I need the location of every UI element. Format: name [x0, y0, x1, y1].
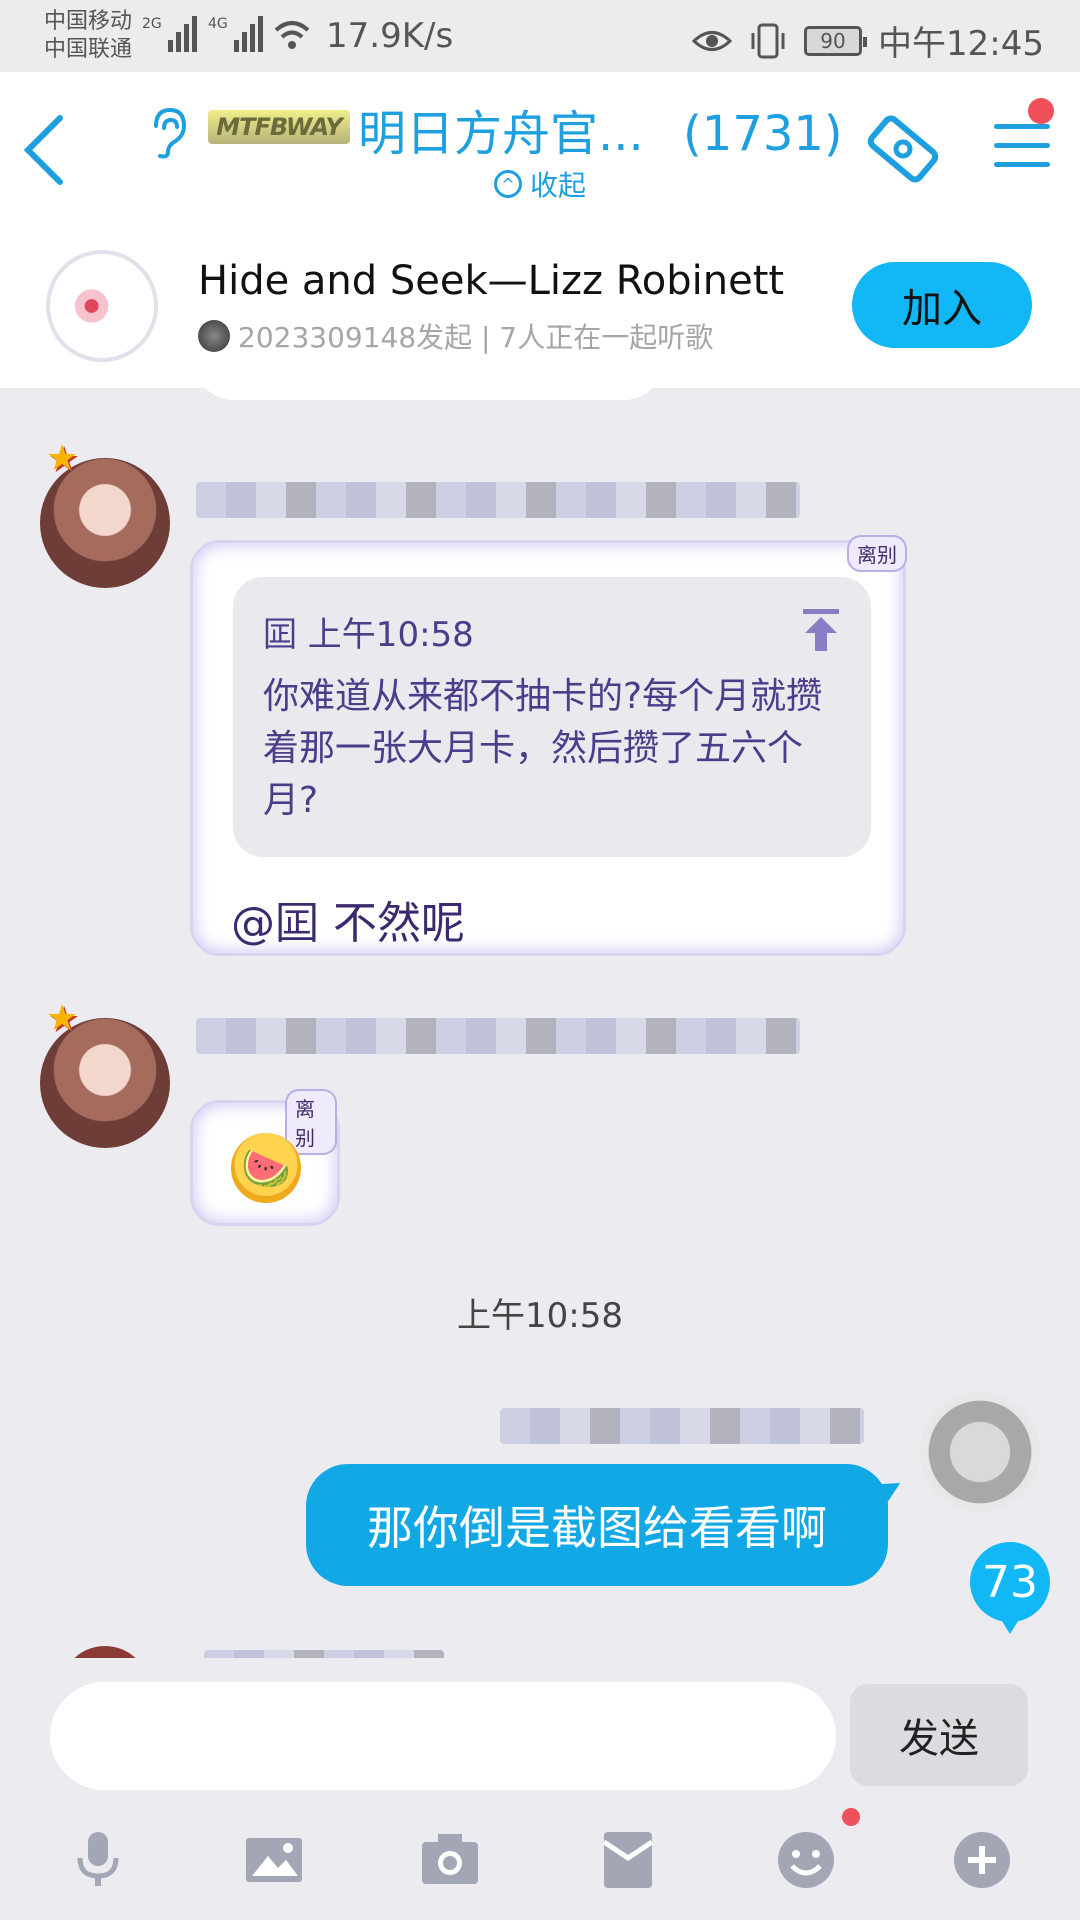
message-timestamp: 上午10:58 — [457, 1296, 623, 1336]
member-title-tag: 离别 — [847, 535, 907, 572]
carrier-labels: 中国移动 中国联通 — [44, 8, 132, 64]
member-count: (1731) — [683, 106, 843, 162]
unread-count-badge[interactable]: 73 — [970, 1542, 1050, 1634]
message-bubble[interactable]: 离别 🍉 — [190, 1089, 340, 1226]
song-title: Hide and Seek—Lizz Robinett — [198, 258, 785, 304]
clock: 中午12:45 — [878, 24, 1044, 64]
net-4g-label: 4G — [208, 16, 228, 32]
collapse-button[interactable]: ^ 收起 — [494, 164, 586, 204]
quote-header: 囸 上午10:58 — [263, 615, 474, 655]
emoji-sticker-icon: 🍉 — [231, 1133, 301, 1203]
microphone-icon[interactable] — [66, 1828, 130, 1892]
chat-header: MTFBWAY 明日方舟官... (1731) ^ 收起 — [0, 72, 1080, 222]
quote-text: 你难道从来都不抽卡的?每个月就攒着那一张大月卡，然后攒了五六个月? — [263, 676, 823, 821]
network-speed: 17.9K/s — [326, 16, 454, 56]
battery-indicator: 90 — [804, 25, 868, 56]
notification-dot — [1028, 98, 1054, 124]
previous-bubble-tail — [194, 388, 664, 400]
send-button[interactable]: 发送 — [850, 1684, 1028, 1786]
net-2g-label: 2G — [142, 16, 162, 32]
sender-name-blurred — [196, 482, 800, 518]
group-level-badge: MTFBWAY — [208, 110, 350, 144]
message-bubble-self[interactable]: 那你倒是截图给看看啊 — [306, 1464, 888, 1586]
group-name: 明日方舟官... — [358, 106, 644, 162]
back-icon[interactable] — [16, 110, 76, 190]
song-subtitle-text: 2023309148发起 | 7人正在一起听歌 — [238, 321, 714, 354]
carrier-1: 中国移动 — [44, 9, 133, 34]
image-icon[interactable] — [242, 1828, 306, 1892]
eye-icon — [692, 30, 733, 51]
red-packet-icon[interactable] — [596, 1828, 660, 1892]
sender-name-blurred — [204, 1650, 444, 1658]
crown-badge-icon: ★ — [46, 998, 79, 1039]
reply-text: @囸 不然呢 — [231, 898, 465, 949]
input-toolbar — [0, 1828, 1080, 1908]
emoji-notification-dot — [842, 1808, 860, 1826]
earpiece-mode-icon[interactable] — [144, 104, 188, 160]
emoji-icon[interactable] — [774, 1828, 838, 1892]
input-bar: 发送 — [0, 1658, 1080, 1920]
sender-name-blurred — [196, 1018, 800, 1054]
signal-2g-icon: 2G — [142, 16, 197, 52]
join-button[interactable]: 加入 — [852, 262, 1032, 348]
menu-icon[interactable] — [994, 124, 1050, 176]
self-avatar[interactable] — [920, 1392, 1040, 1512]
chevron-up-icon: ^ — [494, 170, 522, 198]
message-text: 那你倒是截图给看看啊 — [367, 1501, 827, 1555]
signal-4g-icon: 4G — [208, 16, 263, 52]
vibrate-icon — [751, 23, 785, 58]
camera-icon[interactable] — [418, 1828, 482, 1892]
status-bar: 中国移动 中国联通 2G 4G 17.9K/s 90 中午12:45 — [0, 0, 1080, 72]
carrier-2: 中国联通 — [44, 37, 133, 62]
scroll-to-top-icon[interactable] — [801, 607, 841, 653]
message-list[interactable]: ★ 离别 囸 上午10:58 你难道从来都不抽卡的?每个月就攒着那一张大月卡，然… — [0, 388, 1080, 1658]
plus-icon[interactable] — [950, 1828, 1014, 1892]
ticket-icon[interactable] — [866, 112, 940, 186]
message-bubble[interactable]: 离别 囸 上午10:58 你难道从来都不抽卡的?每个月就攒着那一张大月卡，然后攒… — [190, 535, 907, 956]
album-cover — [46, 250, 158, 362]
crown-badge-icon: ★ — [46, 438, 79, 479]
quoted-message[interactable]: 囸 上午10:58 你难道从来都不抽卡的?每个月就攒着那一张大月卡，然后攒了五六… — [233, 577, 871, 857]
sender-name-blurred — [500, 1408, 864, 1444]
battery-level: 90 — [820, 28, 846, 53]
avatar[interactable] — [60, 1646, 150, 1658]
message-input[interactable] — [50, 1682, 836, 1790]
status-right: 90 中午12:45 — [692, 16, 1044, 65]
initiator-avatar — [198, 320, 230, 352]
song-subtitle: 2023309148发起 | 7人正在一起听歌 — [198, 316, 713, 356]
group-title[interactable]: 明日方舟官... (1731) — [358, 94, 843, 164]
wifi-icon — [274, 21, 310, 49]
collapse-label: 收起 — [530, 169, 587, 202]
listen-together-bar[interactable]: Hide and Seek—Lizz Robinett 2023309148发起… — [0, 222, 1080, 388]
